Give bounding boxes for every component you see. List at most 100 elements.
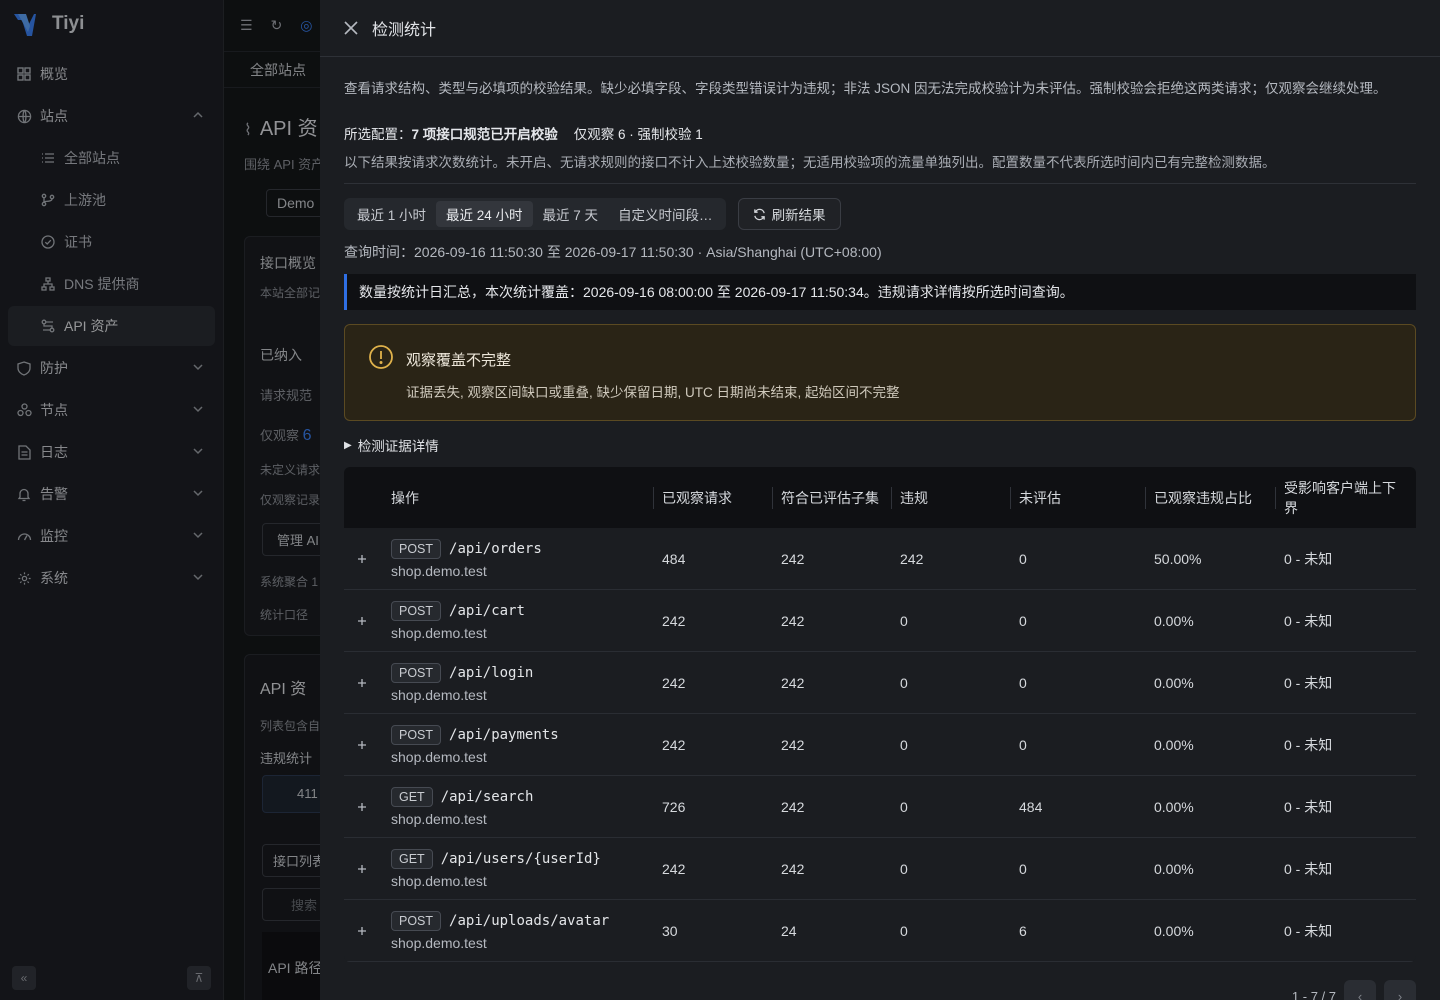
- chevron-right-icon: ›: [1397, 988, 1403, 1000]
- col-ratio: 已观察违规占比: [1145, 467, 1275, 528]
- method-badge: POST: [391, 538, 442, 559]
- violations-cell: 0: [900, 612, 908, 629]
- compliant-cell: 242: [781, 674, 805, 691]
- refresh-icon: [753, 208, 765, 220]
- compliant-cell: 242: [781, 550, 805, 567]
- drawer-title: 检测统计: [372, 22, 437, 39]
- ratio-cell: 0.00%: [1154, 612, 1194, 629]
- observed-cell: 242: [662, 612, 686, 629]
- next-page-button[interactable]: ›: [1384, 980, 1416, 1000]
- col-compliant: 符合已评估子集: [772, 467, 891, 528]
- clients-cell: 0 - 未知: [1284, 922, 1333, 939]
- violations-cell: 0: [900, 736, 908, 753]
- config-summary: 所选配置：7 项接口规范已开启校验 仅观察 6 · 强制校验 1: [344, 123, 1416, 143]
- api-path: /api/uploads/avatar: [449, 912, 610, 929]
- table-row: GET/api/users/{userId} shop.demo.test 242…: [344, 838, 1416, 900]
- time-toolbar: 最近 1 小时 最近 24 小时 最近 7 天 自定义时间段… 刷新结果: [344, 198, 1416, 230]
- api-host: shop.demo.test: [391, 624, 487, 641]
- triangle-right-icon: ▶: [344, 439, 352, 451]
- col-observed: 已观察请求: [653, 467, 772, 528]
- observed-cell: 242: [662, 736, 686, 753]
- detection-stats-drawer: 检测统计 查看请求结构、类型与必填项的校验结果。缺少必填字段、字段类型错误计为违…: [320, 0, 1440, 1000]
- method-badge: POST: [391, 724, 442, 745]
- observed-cell: 726: [662, 798, 686, 815]
- clients-cell: 0 - 未知: [1284, 736, 1333, 753]
- api-host: shop.demo.test: [391, 562, 487, 579]
- query-time: 查询时间：2026-09-16 11:50:30 至 2026-09-17 11…: [344, 244, 882, 260]
- time-range-segment: 最近 1 小时 最近 24 小时 最近 7 天 自定义时间段…: [344, 198, 726, 230]
- range-1h[interactable]: 最近 1 小时: [347, 201, 436, 227]
- compliant-cell: 24: [781, 922, 797, 939]
- table-header: 操作 已观察请求 符合已评估子集 违规 未评估 已观察违规占比 受影响客户端上下…: [344, 467, 1416, 528]
- col-clients: 受影响客户端上下界: [1275, 467, 1416, 528]
- warning-text: 证据丢失, 观察区间缺口或重叠, 缺少保留日期, UTC 日期尚未结束, 起始区…: [406, 385, 900, 400]
- expand-row-icon[interactable]: [355, 862, 369, 876]
- clients-cell: 0 - 未知: [1284, 674, 1333, 691]
- expand-row-icon[interactable]: [355, 614, 369, 628]
- violations-cell: 0: [900, 860, 908, 877]
- table-row: POST/api/login shop.demo.test 242 242 0 0…: [344, 652, 1416, 714]
- api-host: shop.demo.test: [391, 934, 487, 951]
- config-value: 7 项接口规范已开启校验: [411, 127, 558, 142]
- range-7d[interactable]: 最近 7 天: [533, 201, 609, 227]
- method-badge: GET: [391, 786, 433, 807]
- observed-cell: 30: [662, 922, 678, 939]
- method-badge: GET: [391, 848, 433, 869]
- divider: [344, 183, 1416, 184]
- clients-cell: 0 - 未知: [1284, 550, 1333, 567]
- table-row: POST/api/orders shop.demo.test 484 242 24…: [344, 528, 1416, 590]
- range-24h[interactable]: 最近 24 小时: [436, 201, 533, 227]
- expand-row-icon[interactable]: [355, 676, 369, 690]
- close-icon[interactable]: [342, 19, 360, 37]
- violations-cell: 242: [900, 550, 924, 567]
- ratio-cell: 0.00%: [1154, 798, 1194, 815]
- info-text: 数量按统计日汇总，本次统计覆盖：2026-09-16 08:00:00 至 20…: [359, 284, 1074, 300]
- details-label: 检测证据详情: [357, 439, 439, 454]
- unevaluated-cell: 0: [1019, 860, 1027, 877]
- pagination: 1 - 7 / 7 ‹ ›: [1292, 980, 1416, 1000]
- drawer-header: 检测统计: [320, 0, 1440, 57]
- ratio-cell: 0.00%: [1154, 860, 1194, 877]
- clients-cell: 0 - 未知: [1284, 612, 1333, 629]
- config-breakdown: 仅观察 6 · 强制校验 1: [573, 127, 703, 142]
- stats-table: 操作 已观察请求 符合已评估子集 违规 未评估 已观察违规占比 受影响客户端上下…: [344, 467, 1416, 962]
- api-host: shop.demo.test: [391, 872, 487, 889]
- range-custom[interactable]: 自定义时间段…: [608, 201, 723, 227]
- evidence-details-toggle[interactable]: ▶ 检测证据详情: [344, 435, 1416, 455]
- method-badge: POST: [391, 662, 442, 683]
- refresh-results-button[interactable]: 刷新结果: [737, 198, 841, 230]
- observed-cell: 242: [662, 860, 686, 877]
- clients-cell: 0 - 未知: [1284, 798, 1333, 815]
- compliant-cell: 242: [781, 612, 805, 629]
- table-row: GET/api/search shop.demo.test 726 242 0 4…: [344, 776, 1416, 838]
- method-badge: POST: [391, 600, 442, 621]
- observed-cell: 242: [662, 674, 686, 691]
- unevaluated-cell: 0: [1019, 736, 1027, 753]
- observed-cell: 484: [662, 550, 686, 567]
- api-path: /api/login: [449, 664, 534, 681]
- config-label: 所选配置：: [344, 127, 412, 142]
- violations-cell: 0: [900, 922, 908, 939]
- compliant-cell: 242: [781, 736, 805, 753]
- table-row: POST/api/cart shop.demo.test 242 242 0 0 …: [344, 590, 1416, 652]
- col-unevaluated: 未评估: [1010, 467, 1145, 528]
- unevaluated-cell: 0: [1019, 674, 1027, 691]
- compliant-cell: 242: [781, 798, 805, 815]
- expand-row-icon[interactable]: [355, 800, 369, 814]
- unevaluated-cell: 6: [1019, 922, 1027, 939]
- chevron-left-icon: ‹: [1357, 988, 1363, 1000]
- ratio-cell: 0.00%: [1154, 674, 1194, 691]
- info-banner: 数量按统计日汇总，本次统计覆盖：2026-09-16 08:00:00 至 20…: [344, 274, 1416, 310]
- expand-row-icon[interactable]: [355, 924, 369, 938]
- api-host: shop.demo.test: [391, 810, 487, 827]
- table-row: POST/api/uploads/avatar shop.demo.test 30…: [344, 900, 1416, 962]
- prev-page-button[interactable]: ‹: [1344, 980, 1376, 1000]
- clients-cell: 0 - 未知: [1284, 860, 1333, 877]
- table-row: POST/api/payments shop.demo.test 242 242 …: [344, 714, 1416, 776]
- expand-row-icon[interactable]: [355, 552, 369, 566]
- ratio-cell: 50.00%: [1154, 550, 1202, 567]
- expand-row-icon[interactable]: [355, 738, 369, 752]
- refresh-label: 刷新结果: [771, 208, 826, 223]
- method-badge: POST: [391, 910, 442, 931]
- api-path: /api/payments: [449, 726, 559, 743]
